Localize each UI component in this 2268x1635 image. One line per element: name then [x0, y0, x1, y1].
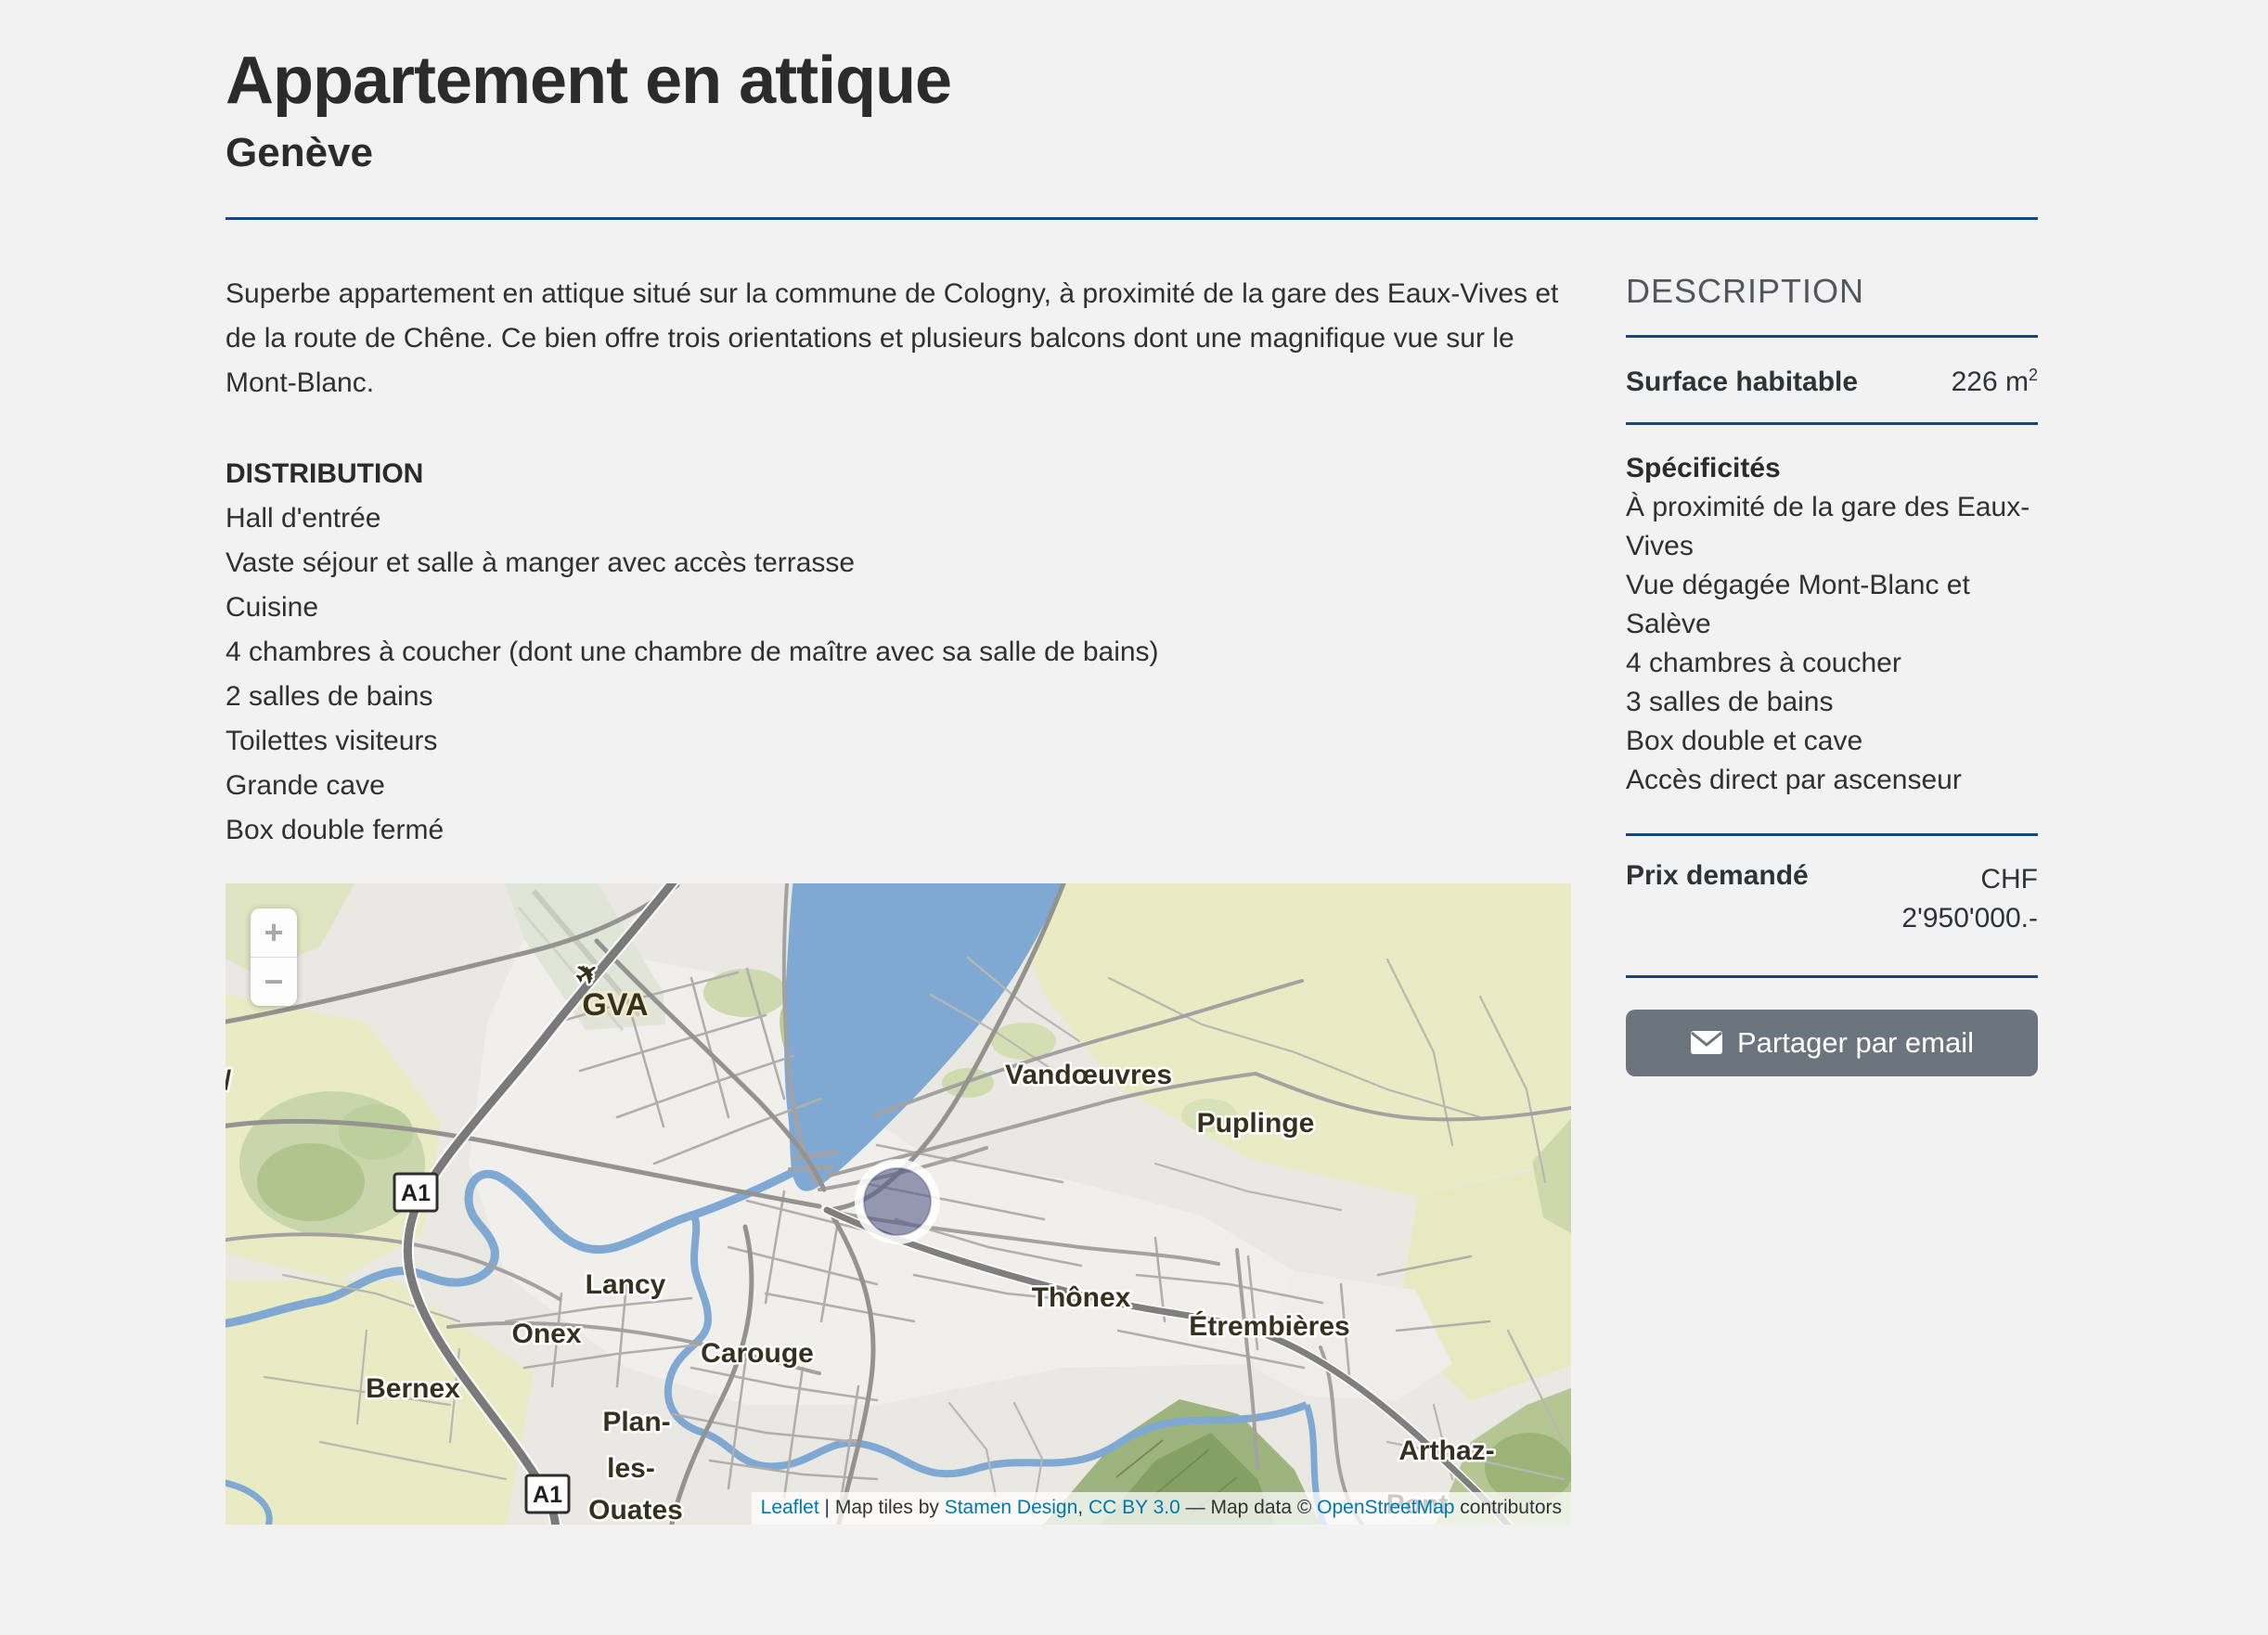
attribution-text: Map tiles by — [835, 1497, 945, 1518]
license-link[interactable]: CC BY 3.0 — [1089, 1497, 1180, 1518]
main-column: Superbe appartement en attique situé sur… — [226, 272, 1571, 1525]
surface-value: 226 m2 — [1952, 366, 2038, 398]
road-shield-a1-north: A1 — [394, 1174, 437, 1211]
list-item: Accès direct par ascenseur — [1626, 761, 2038, 800]
price-label: Prix demandé — [1626, 860, 1809, 938]
zoom-control: + − — [251, 908, 297, 1006]
map-label: Carouge — [701, 1338, 814, 1369]
leaflet-link[interactable]: Leaflet — [761, 1497, 819, 1518]
map-label: les- — [607, 1453, 655, 1484]
list-item: Hall d'entrée — [226, 496, 1571, 541]
sidebar-divider — [1626, 975, 2038, 978]
svg-text:A1: A1 — [401, 1180, 431, 1206]
map-label: Vandœuvres — [1005, 1060, 1172, 1090]
distribution-list: Hall d'entrée Vaste séjour et salle à ma… — [226, 496, 1571, 853]
surface-row: Surface habitable 226 m2 — [1626, 366, 2038, 398]
zoom-in-button[interactable]: + — [251, 908, 297, 957]
map[interactable]: ✈ A1 A1 GVA Vandœuvres Puplinge Thônex — [226, 883, 1571, 1525]
road-shield-a1-south: A1 — [526, 1475, 569, 1513]
list-item: Cuisine — [226, 586, 1571, 630]
map-label: Thônex — [1032, 1282, 1131, 1313]
list-item: Box double et cave — [1626, 722, 2038, 761]
content-columns: Superbe appartement en attique situé sur… — [226, 272, 2038, 1525]
list-item: 4 chambres à coucher — [1626, 644, 2038, 683]
list-item: Vue dégagée Mont-Blanc et Salève — [1626, 566, 2038, 644]
list-item: À proximité de la gare des Eaux-Vives — [1626, 488, 2038, 566]
map-label: Lancy — [586, 1269, 666, 1300]
map-marker-circle — [864, 1168, 931, 1235]
map-label: Onex — [511, 1319, 581, 1349]
share-email-label: Partager par email — [1737, 1026, 1974, 1060]
attribution-text: — — [1180, 1497, 1211, 1518]
map-label: GVA — [582, 987, 648, 1023]
map-label: Bernex — [366, 1373, 460, 1404]
page-subtitle: Genève — [226, 131, 2038, 175]
specs-list: À proximité de la gare des Eaux-Vives Vu… — [1626, 488, 2038, 800]
page-title: Appartement en attique — [226, 45, 2038, 118]
map-label-fragment: / — [226, 1065, 232, 1096]
list-item: Grande cave — [226, 764, 1571, 808]
list-item: Toilettes visiteurs — [226, 719, 1571, 764]
sidebar-divider — [1626, 833, 2038, 836]
map-attribution: Leaflet | Map tiles by Stamen Design, CC… — [752, 1492, 1571, 1525]
distribution-section: DISTRIBUTION Hall d'entrée Vaste séjour … — [226, 452, 1571, 853]
list-item: Vaste séjour et salle à manger avec accè… — [226, 541, 1571, 586]
price-row: Prix demandé CHF 2'950'000.- — [1626, 860, 2038, 938]
stamen-link[interactable]: Stamen Design — [945, 1497, 1078, 1518]
map-label: Plan- — [602, 1407, 670, 1437]
distribution-heading: DISTRIBUTION — [226, 452, 1571, 496]
sidebar: DESCRIPTION Surface habitable 226 m2 Spé… — [1626, 272, 2038, 1076]
map-marker[interactable] — [859, 1164, 935, 1240]
map-label: Étrembières — [1189, 1310, 1349, 1342]
list-item: Box double fermé — [226, 808, 1571, 853]
top-divider — [226, 217, 2038, 220]
listing-description: Superbe appartement en attique situé sur… — [226, 272, 1571, 406]
map-svg: ✈ A1 A1 GVA Vandœuvres Puplinge Thônex — [226, 883, 1571, 1525]
sidebar-heading: DESCRIPTION — [1626, 272, 2038, 311]
map-label: Puplinge — [1197, 1108, 1315, 1139]
surface-label: Surface habitable — [1626, 367, 1858, 398]
attribution-text: Map data © — [1210, 1497, 1317, 1518]
svg-text:A1: A1 — [533, 1482, 562, 1508]
specs-section: Spécificités À proximité de la gare des … — [1626, 449, 2038, 800]
list-item: 3 salles de bains — [1626, 683, 2038, 722]
osm-link[interactable]: OpenStreetMap — [1317, 1497, 1454, 1518]
list-item: 2 salles de bains — [226, 675, 1571, 719]
price-amount: 2'950'000.- — [1901, 903, 2038, 933]
attribution-text: contributors — [1454, 1497, 1562, 1518]
specs-heading: Spécificités — [1626, 449, 2038, 488]
map-label: Ouates — [588, 1495, 683, 1525]
list-item: 4 chambres à coucher (dont une chambre d… — [226, 630, 1571, 675]
attribution-separator: | — [819, 1497, 835, 1518]
page: Appartement en attique Genève Superbe ap… — [226, 0, 2038, 1580]
sidebar-divider — [1626, 422, 2038, 425]
envelope-icon — [1690, 1030, 1723, 1055]
price-currency: CHF — [1980, 864, 2038, 895]
sidebar-divider — [1626, 335, 2038, 338]
map-label: Arthaz- — [1398, 1435, 1494, 1466]
share-email-button[interactable]: Partager par email — [1626, 1010, 2038, 1076]
price-value: CHF 2'950'000.- — [1901, 860, 2038, 938]
attribution-text: , — [1077, 1497, 1089, 1518]
zoom-out-button[interactable]: − — [251, 958, 297, 1006]
